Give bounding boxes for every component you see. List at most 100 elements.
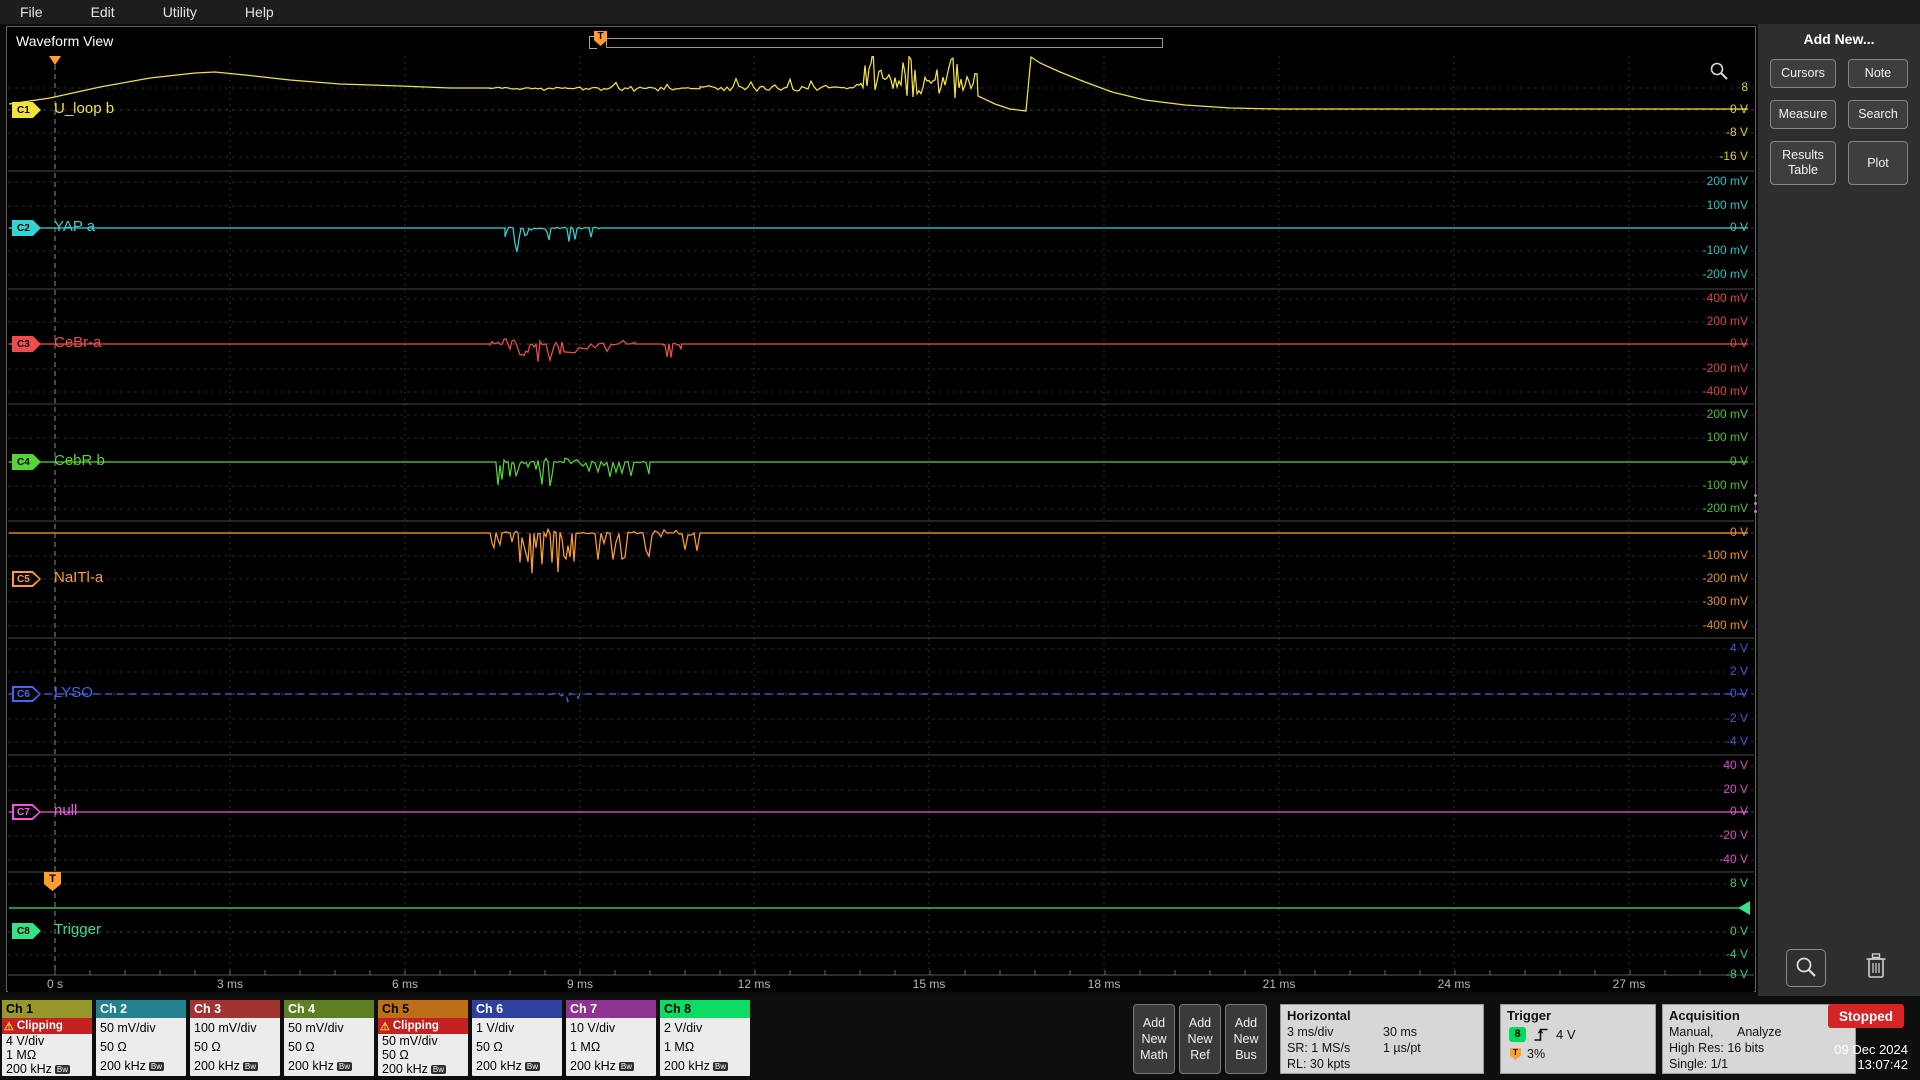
waveform-trace-c3	[9, 339, 1748, 362]
scale-label: 100 mV	[1648, 430, 1748, 444]
channel-label-c3[interactable]: CeBr-a	[54, 334, 102, 351]
scale-label: 200 mV	[1648, 407, 1748, 421]
bandwidth-value: 200 kHzBw	[100, 1057, 186, 1076]
bandwidth-icon: Bw	[243, 1062, 258, 1071]
scale-label: 0 V	[1648, 220, 1748, 234]
menu-file[interactable]: File	[20, 4, 43, 20]
time-axis-label: 24 ms	[1424, 977, 1484, 991]
channel-card-body: 1 V/div50 Ω200 kHzBw	[472, 1018, 562, 1076]
add-new-bus-button[interactable]: AddNewBus	[1225, 1004, 1267, 1074]
datetime-display: 09 Dec 2024 13:07:42	[1790, 1042, 1908, 1072]
channel-badge-text: C7	[12, 807, 30, 818]
panel-splitter[interactable]	[1753, 494, 1757, 524]
channel-label-c5[interactable]: NaITl-a	[54, 569, 103, 586]
trigger-position-percent: 3%	[1527, 1047, 1545, 1061]
sidebar-button-cursors[interactable]: Cursors	[1770, 59, 1836, 88]
scale-label: -400 mV	[1648, 384, 1748, 398]
trigger-panel-title: Trigger	[1501, 1005, 1655, 1024]
channel-card-2[interactable]: Ch 250 mV/div50 Ω200 kHzBw	[96, 1000, 186, 1076]
scale-label: 100 mV	[1648, 198, 1748, 212]
channel-label-c1[interactable]: U_loop b	[54, 100, 114, 117]
horizontal-panel[interactable]: Horizontal 3 ms/div30 msSR: 1 MS/s1 µs/p…	[1280, 1004, 1484, 1074]
channel-card-7[interactable]: Ch 710 V/div1 MΩ200 kHzBw	[566, 1000, 656, 1076]
bandwidth-icon: Bw	[337, 1062, 352, 1071]
bandwidth-icon: Bw	[431, 1065, 446, 1074]
menu-help[interactable]: Help	[245, 4, 274, 20]
scale-label: 0 V	[1648, 454, 1748, 468]
menu-edit[interactable]: Edit	[91, 4, 115, 20]
waveform-trace-c1	[9, 56, 1748, 111]
bottom-bar: Ch 1⚠Clipping4 V/div1 MΩ200 kHzBwCh 250 …	[0, 996, 1920, 1080]
horizontal-row: RL: 30 kpts	[1281, 1056, 1483, 1072]
add-new-math-button[interactable]: AddNewMath	[1133, 1004, 1175, 1074]
vertical-scale-value: 100 mV/div	[194, 1019, 280, 1038]
channel-card-8[interactable]: Ch 82 V/div1 MΩ200 kHzBw	[660, 1000, 750, 1076]
zoom-mode-button[interactable]	[1786, 949, 1826, 987]
channel-label-c7[interactable]: null	[54, 802, 77, 819]
sidebar-button-plot[interactable]: Plot	[1848, 141, 1908, 185]
clipping-banner: ⚠Clipping	[2, 1018, 92, 1034]
scale-label: 0 V	[1648, 804, 1748, 818]
trigger-panel[interactable]: Trigger 8 4 V T 3%	[1500, 1004, 1656, 1074]
termination-value: 1 MΩ	[570, 1038, 656, 1057]
channel-label-c2[interactable]: YAP a	[54, 218, 95, 235]
horizontal-value: RL: 30 kpts	[1287, 1056, 1383, 1072]
channel-card-4[interactable]: Ch 450 mV/div50 Ω200 kHzBw	[284, 1000, 374, 1076]
channel-label-c4[interactable]: CebR b	[54, 452, 105, 469]
sidebar-button-results-table[interactable]: Results Table	[1770, 141, 1836, 185]
horizontal-value: 1 µs/pt	[1383, 1040, 1421, 1056]
channel-card-3[interactable]: Ch 3100 mV/div50 Ω200 kHzBw	[190, 1000, 280, 1076]
channel-badge-text: C2	[12, 223, 30, 234]
channel-card-body: 50 mV/div50 Ω200 kHzBw	[284, 1018, 374, 1076]
time-axis-label: 12 ms	[724, 977, 784, 991]
sidebar-button-note[interactable]: Note	[1848, 59, 1908, 88]
channel-card-header: Ch 1	[2, 1000, 92, 1018]
scale-label: -8 V	[1648, 125, 1748, 139]
channel-label-c8[interactable]: Trigger	[54, 921, 101, 938]
stopped-status-button[interactable]: Stopped	[1828, 1004, 1904, 1028]
channel-card-5[interactable]: Ch 5⚠Clipping50 mV/div50 Ω200 kHzBw	[378, 1000, 468, 1076]
channel-card-header: Ch 5	[378, 1000, 468, 1018]
scale-label: -200 mV	[1648, 501, 1748, 515]
sidebar-button-measure[interactable]: Measure	[1770, 100, 1836, 129]
waveform-trace-c4	[9, 458, 1748, 486]
time-axis-label: 6 ms	[375, 977, 435, 991]
record-view-window[interactable]	[606, 38, 1163, 48]
acquisition-row: Manual,Analyze	[1663, 1024, 1855, 1040]
termination-value: 1 MΩ	[664, 1038, 750, 1057]
channel-card-header: Ch 3	[190, 1000, 280, 1018]
channel-card-6[interactable]: Ch 61 V/div50 Ω200 kHzBw	[472, 1000, 562, 1076]
channel-card-header: Ch 8	[660, 1000, 750, 1018]
channel-card-header: Ch 7	[566, 1000, 656, 1018]
horizontal-row: 3 ms/div30 ms	[1281, 1024, 1483, 1040]
clipping-label: Clipping	[17, 1020, 63, 1032]
time-axis-label: 15 ms	[899, 977, 959, 991]
scale-label: 200 mV	[1648, 174, 1748, 188]
sidebar-button-search[interactable]: Search	[1848, 100, 1908, 129]
scale-label: 2 V	[1648, 664, 1748, 678]
channel-card-body: 50 mV/div50 Ω200 kHzBw	[96, 1018, 186, 1076]
bandwidth-icon: Bw	[619, 1062, 634, 1071]
channel-card-body: 2 V/div1 MΩ200 kHzBw	[660, 1018, 750, 1076]
vertical-scale-value: 1 V/div	[476, 1019, 562, 1038]
clipping-label: Clipping	[393, 1020, 439, 1032]
channel-card-header: Ch 6	[472, 1000, 562, 1018]
channel-label-c6[interactable]: LYSO	[54, 684, 93, 701]
rising-edge-icon	[1533, 1027, 1549, 1042]
warning-icon: ⚠	[4, 1020, 14, 1033]
add-new-ref-button[interactable]: AddNewRef	[1179, 1004, 1221, 1074]
waveform-plot[interactable]: T C1U_loop b80 V-8 V-16 VC2YAP a200 mV10…	[8, 56, 1754, 992]
warning-icon: ⚠	[380, 1020, 390, 1033]
zoom-glass-icon[interactable]	[1708, 60, 1730, 82]
scale-label: 400 mV	[1648, 291, 1748, 305]
scale-label: 0 V	[1648, 336, 1748, 350]
termination-value: 50 Ω	[100, 1038, 186, 1057]
trigger-time-marker[interactable]	[49, 56, 61, 65]
trash-icon[interactable]	[1862, 950, 1890, 982]
termination-value: 50 Ω	[194, 1038, 280, 1057]
menu-utility[interactable]: Utility	[163, 4, 197, 20]
scale-label: 0 V	[1648, 924, 1748, 938]
channel-badge-text: C4	[12, 457, 30, 468]
scale-label: 4 V	[1648, 641, 1748, 655]
channel-card-1[interactable]: Ch 1⚠Clipping4 V/div1 MΩ200 kHzBw	[2, 1000, 92, 1076]
